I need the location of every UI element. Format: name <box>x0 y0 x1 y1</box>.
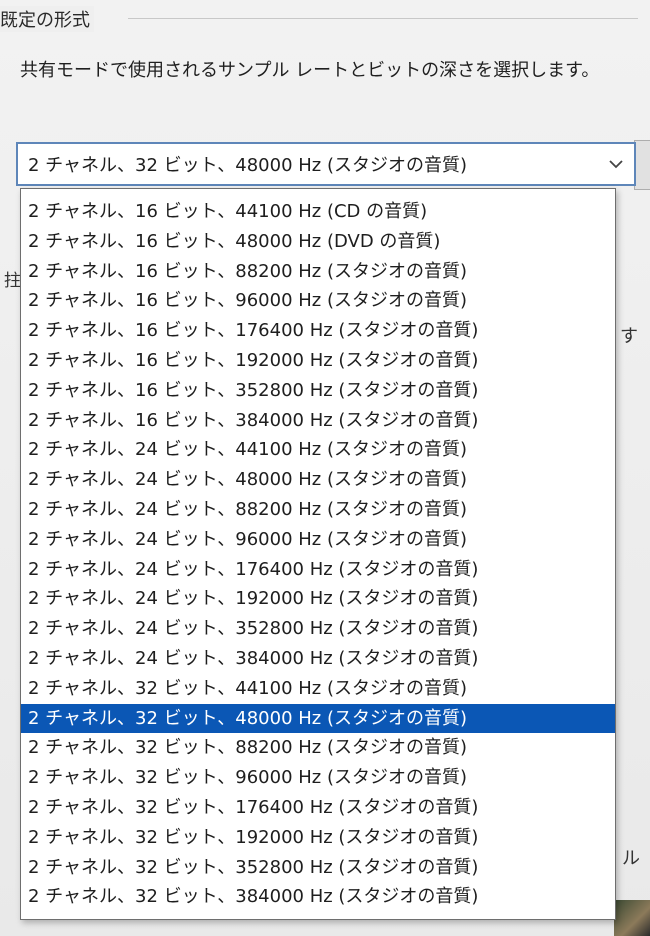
format-option[interactable]: 2 チャネル、16 ビット、44100 Hz (CD の音質) <box>21 197 615 227</box>
format-option[interactable]: 2 チャネル、24 ビット、48000 Hz (スタジオの音質) <box>21 465 615 495</box>
obscured-label-right: す <box>620 326 638 347</box>
format-option[interactable]: 2 チャネル、16 ビット、352800 Hz (スタジオの音質) <box>21 376 615 406</box>
format-option[interactable]: 2 チャネル、32 ビット、352800 Hz (スタジオの音質) <box>21 853 615 883</box>
obscured-label-left: 拄 <box>4 271 21 291</box>
dialog-window: 既定の形式 共有モードで使用されるサンプル レートとビットの深さを選択します。 … <box>0 0 650 936</box>
format-option[interactable]: 2 チャネル、16 ビット、176400 Hz (スタジオの音質) <box>21 316 615 346</box>
format-option[interactable]: 2 チャネル、32 ビット、48000 Hz (スタジオの音質) <box>21 703 615 734</box>
format-option[interactable]: 2 チャネル、24 ビット、352800 Hz (スタジオの音質) <box>21 614 615 644</box>
test-button[interactable] <box>634 140 650 190</box>
format-option[interactable]: 2 チャネル、24 ビット、96000 Hz (スタジオの音質) <box>21 525 615 555</box>
format-option[interactable]: 2 チャネル、24 ビット、192000 Hz (スタジオの音質) <box>21 584 615 614</box>
format-combobox[interactable]: 2 チャネル、32 ビット、48000 Hz (スタジオの音質) <box>16 142 636 186</box>
format-option[interactable]: 2 チャネル、24 ビット、88200 Hz (スタジオの音質) <box>21 495 615 525</box>
format-option[interactable]: 2 チャネル、32 ビット、44100 Hz (スタジオの音質) <box>21 674 615 704</box>
format-option[interactable]: 2 チャネル、16 ビット、88200 Hz (スタジオの音質) <box>21 257 615 287</box>
format-option[interactable]: 2 チャネル、16 ビット、192000 Hz (スタジオの音質) <box>21 346 615 376</box>
format-dropdown-list[interactable]: 2 チャネル、16 ビット、44100 Hz (CD の音質) 2 チャネル、16… <box>20 188 616 920</box>
format-option[interactable]: 2 チャネル、24 ビット、176400 Hz (スタジオの音質) <box>21 555 615 585</box>
format-option[interactable]: 2 チャネル、24 ビット、44100 Hz (スタジオの音質) <box>21 435 615 465</box>
format-option[interactable]: 2 チャネル、32 ビット、88200 Hz (スタジオの音質) <box>21 733 615 763</box>
format-option[interactable]: 2 チャネル、16 ビット、96000 Hz (スタジオの音質) <box>21 286 615 316</box>
format-option[interactable]: 2 チャネル、16 ビット、48000 Hz (DVD の音質) <box>21 227 615 257</box>
obscured-button-label: ル <box>622 848 640 869</box>
group-divider <box>128 18 638 19</box>
format-combobox-value: 2 チャネル、32 ビット、48000 Hz (スタジオの音質) <box>28 155 467 176</box>
format-option[interactable]: 2 チャネル、32 ビット、192000 Hz (スタジオの音質) <box>21 823 615 853</box>
format-option[interactable]: 2 チャネル、16 ビット、384000 Hz (スタジオの音質) <box>21 406 615 436</box>
background-photo <box>614 900 650 936</box>
format-option[interactable]: 2 チャネル、32 ビット、384000 Hz (スタジオの音質) <box>21 882 615 912</box>
chevron-down-icon[interactable] <box>598 159 634 169</box>
format-description: 共有モードで使用されるサンプル レートとビットの深さを選択します。 <box>20 60 600 81</box>
group-title: 既定の形式 <box>0 6 94 32</box>
format-option[interactable]: 2 チャネル、32 ビット、96000 Hz (スタジオの音質) <box>21 763 615 793</box>
format-option[interactable]: 2 チャネル、32 ビット、176400 Hz (スタジオの音質) <box>21 793 615 823</box>
format-option[interactable]: 2 チャネル、24 ビット、384000 Hz (スタジオの音質) <box>21 644 615 674</box>
